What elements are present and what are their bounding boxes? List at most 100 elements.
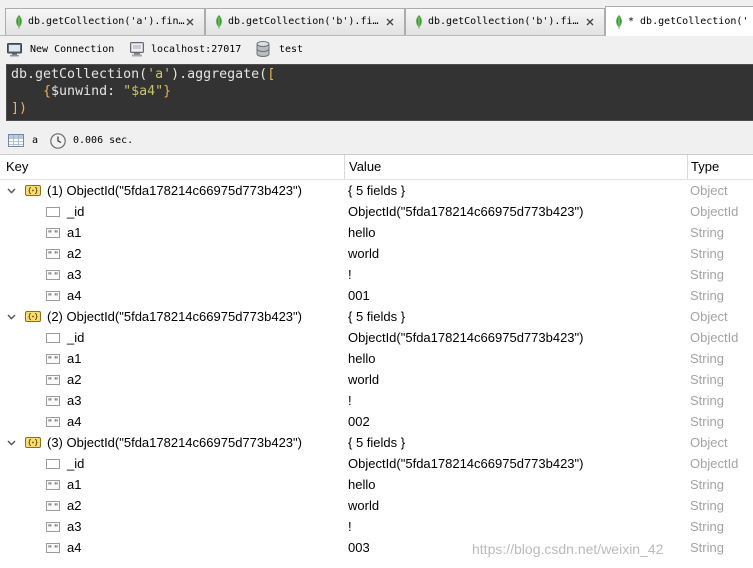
value-cell: 002 (344, 411, 687, 432)
key-text: a4 (67, 540, 82, 555)
key-cell: _id (0, 201, 344, 222)
table-body: (1) ObjectId("5fda178214c66975d773b423")… (0, 180, 753, 568)
tab-query-1[interactable]: db.getCollection('a').fin… (5, 8, 205, 35)
code-token: db.getCollection( (11, 67, 148, 82)
table-icon (8, 134, 24, 147)
tab-query-4-active[interactable]: * db.getCollection(' (605, 6, 753, 36)
field-row[interactable]: a2 world String (0, 369, 753, 390)
key-text: (3) ObjectId("5fda178214c66975d773b423") (47, 435, 302, 450)
type-text: String (690, 519, 724, 534)
column-header-value[interactable]: Value (349, 155, 381, 179)
server-address[interactable]: localhost:27017 (151, 37, 241, 62)
field-row[interactable]: a4 003 String (0, 537, 753, 558)
type-text: String (690, 540, 724, 555)
type-text: String (690, 225, 724, 240)
column-header-type[interactable]: Type (691, 155, 719, 179)
type-text: ObjectId (690, 456, 739, 471)
field-row[interactable]: a3! String (0, 264, 753, 285)
database-name[interactable]: test (279, 37, 303, 62)
value-text: ObjectId("5fda178214c66975d773b423") (348, 456, 584, 471)
field-row[interactable]: a4 002 String (0, 411, 753, 432)
chevron-down-icon[interactable] (7, 314, 16, 320)
type-cell: String (687, 264, 753, 285)
computer-icon (7, 43, 22, 57)
column-divider[interactable] (687, 155, 688, 179)
document-row[interactable]: (2) ObjectId("5fda178214c66975d773b423")… (0, 306, 753, 327)
value-cell: ! (344, 264, 687, 285)
string-icon (46, 480, 60, 490)
key-text: a2 (67, 498, 82, 513)
key-cell: a3 (0, 516, 344, 537)
code-token: } (163, 84, 172, 99)
tab-label: db.getCollection('a').fin… (28, 16, 185, 27)
chevron-down-icon[interactable] (7, 188, 16, 194)
string-icon (46, 543, 60, 553)
value-text: hello (348, 477, 376, 492)
code-token: "$a4" (123, 84, 164, 99)
type-cell: String (687, 243, 753, 264)
field-row[interactable]: a2 world String (0, 495, 753, 516)
close-icon[interactable] (586, 18, 594, 26)
server-icon (130, 42, 144, 57)
string-icon (46, 291, 60, 301)
key-text: a2 (67, 372, 82, 387)
object-icon (25, 437, 41, 448)
tab-query-2[interactable]: db.getCollection('b').fi… (205, 8, 405, 35)
robo3t-window: db.getCollection('a').fin… db.getCollect… (0, 0, 753, 568)
type-text: ObjectId (690, 330, 739, 345)
chevron-down-icon[interactable] (7, 440, 16, 446)
close-icon[interactable] (186, 18, 194, 26)
field-row[interactable]: a3! String (0, 516, 753, 537)
value-cell: ! (344, 390, 687, 411)
collection-name: a (32, 135, 39, 146)
string-icon (46, 270, 60, 280)
object-icon (25, 311, 41, 322)
type-text: String (690, 267, 724, 282)
field-row[interactable]: _id ObjectId("5fda178214c66975d773b423") O… (0, 201, 753, 222)
close-icon[interactable] (386, 18, 394, 26)
key-text: a1 (67, 351, 82, 366)
document-row[interactable]: (3) ObjectId("5fda178214c66975d773b423")… (0, 432, 753, 453)
connection-name[interactable]: New Connection (30, 37, 114, 62)
field-row[interactable]: a2 world String (0, 243, 753, 264)
field-row[interactable]: a1 hello String (0, 222, 753, 243)
key-text: a1 (67, 225, 82, 240)
string-icon (46, 354, 60, 364)
value-cell: ObjectId("5fda178214c66975d773b423") (344, 327, 687, 348)
value-cell: world (344, 369, 687, 390)
value-cell: { 5 fields } (344, 180, 687, 201)
value-cell: hello (344, 348, 687, 369)
value-cell: { 5 fields } (344, 432, 687, 453)
field-row[interactable]: a1 hello String (0, 348, 753, 369)
tab-label: db.getCollection('b').fi… (428, 16, 579, 27)
field-row[interactable]: a3! String (0, 390, 753, 411)
field-row[interactable]: _id ObjectId("5fda178214c66975d773b423") O… (0, 453, 753, 474)
type-text: String (690, 246, 724, 261)
field-row[interactable]: a4 001 String (0, 285, 753, 306)
key-cell: (2) ObjectId("5fda178214c66975d773b423") (0, 306, 344, 327)
key-text: a2 (67, 246, 82, 261)
field-row[interactable]: a1 hello String (0, 474, 753, 495)
string-icon (46, 417, 60, 427)
key-cell: (1) ObjectId("5fda178214c66975d773b423") (0, 180, 344, 201)
query-editor[interactable]: db.getCollection('a').aggregate([ {$unwi… (6, 64, 753, 121)
type-cell: String (687, 369, 753, 390)
column-divider[interactable] (344, 155, 345, 179)
type-cell: Object (687, 180, 753, 201)
value-text: 003 (348, 540, 370, 555)
key-cell: a4 (0, 285, 344, 306)
document-row[interactable]: (1) ObjectId("5fda178214c66975d773b423")… (0, 180, 753, 201)
type-cell: Object (687, 306, 753, 327)
tab-query-3[interactable]: db.getCollection('b').fi… (405, 8, 605, 35)
key-text: _id (67, 330, 85, 345)
key-cell: a1 (0, 348, 344, 369)
type-text: String (690, 372, 724, 387)
mongodb-leaf-icon (215, 15, 223, 29)
column-header-key[interactable]: Key (6, 155, 28, 179)
field-row[interactable]: _id ObjectId("5fda178214c66975d773b423") O… (0, 327, 753, 348)
tab-label: * db.getCollection(' (628, 16, 749, 27)
value-text: world (348, 372, 380, 387)
database-icon (256, 41, 270, 57)
type-cell: String (687, 474, 753, 495)
value-text: world (348, 498, 380, 513)
